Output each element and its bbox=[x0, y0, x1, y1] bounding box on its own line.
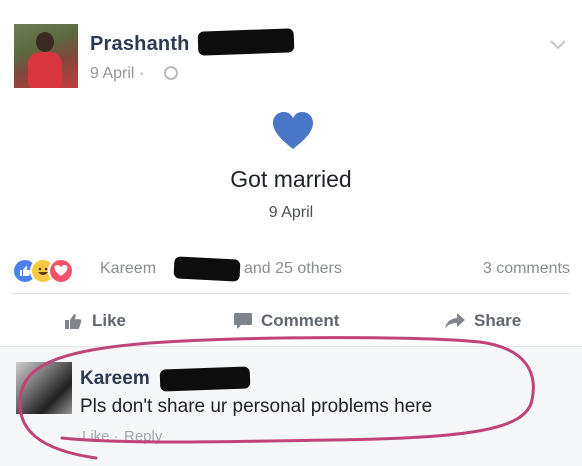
commenter-name[interactable]: Kareem bbox=[80, 368, 150, 390]
comment-reply-link[interactable]: Reply bbox=[124, 428, 162, 445]
reaction-names[interactable]: Kareem bbox=[100, 260, 156, 278]
author-avatar[interactable] bbox=[14, 24, 78, 88]
post-date[interactable]: 9 April · bbox=[90, 65, 144, 83]
comment-like-link[interactable]: Like · bbox=[82, 428, 119, 445]
chevron-down-icon[interactable] bbox=[548, 34, 568, 54]
reaction-icons[interactable] bbox=[12, 256, 102, 284]
like-button-label: Like bbox=[92, 311, 127, 330]
share-button[interactable]: Share bbox=[444, 306, 521, 336]
life-event-title: Got married bbox=[230, 166, 352, 192]
thumbs-up-icon bbox=[65, 314, 82, 329]
comment-button-label: Comment bbox=[261, 311, 340, 330]
redaction-mark bbox=[159, 366, 251, 392]
date-separator: · bbox=[138, 65, 145, 82]
avatar-head-shape bbox=[36, 32, 54, 52]
love-reaction-icon bbox=[48, 258, 74, 284]
comment-count[interactable]: 3 comments bbox=[483, 260, 570, 278]
comment-bubble-icon bbox=[234, 313, 252, 329]
divider bbox=[12, 293, 570, 294]
redaction-mark bbox=[173, 256, 241, 282]
comment-button[interactable]: Comment bbox=[233, 306, 339, 336]
heart-icon bbox=[273, 112, 313, 149]
commenter-avatar[interactable] bbox=[16, 362, 72, 414]
facebook-post: Prashanth 9 April · Got married 9 April … bbox=[0, 0, 582, 466]
comment-text: Pls don't share ur personal problems her… bbox=[80, 396, 433, 417]
reaction-others[interactable]: and 25 others bbox=[244, 260, 342, 278]
redaction-mark bbox=[197, 28, 295, 56]
post-date-text: 9 April bbox=[90, 65, 135, 82]
share-arrow-icon bbox=[445, 313, 465, 329]
share-button-label: Share bbox=[474, 311, 522, 330]
like-button[interactable]: Like bbox=[64, 306, 126, 336]
comment-separator: · bbox=[113, 428, 119, 445]
post-author-name[interactable]: Prashanth bbox=[90, 33, 190, 56]
globe-icon bbox=[164, 66, 178, 80]
divider bbox=[0, 346, 582, 347]
avatar-dress-shape bbox=[28, 52, 62, 88]
life-event-date: 9 April bbox=[268, 204, 314, 221]
comment-like-label: Like bbox=[82, 428, 110, 445]
